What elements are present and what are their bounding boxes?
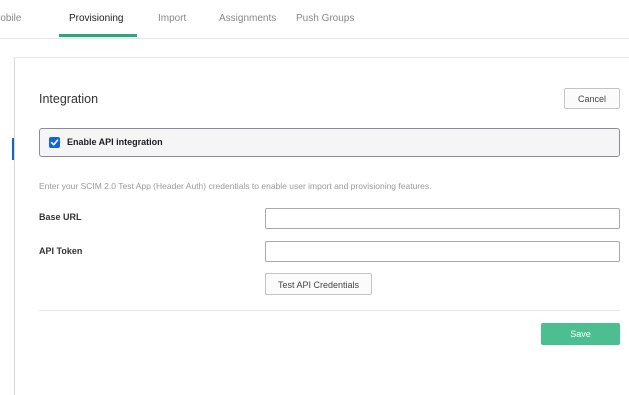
check-icon [50, 139, 59, 146]
tab-provisioning[interactable]: Provisioning [69, 13, 123, 24]
base-url-label: Base URL [39, 212, 82, 222]
api-token-label: API Token [39, 246, 83, 256]
test-api-credentials-button[interactable]: Test API Credentials [265, 273, 372, 295]
divider [39, 310, 620, 311]
save-button[interactable]: Save [541, 323, 620, 345]
cancel-button[interactable]: Cancel [564, 88, 620, 109]
info-text: Enter your SCIM 2.0 Test App (Header Aut… [39, 181, 432, 191]
tab-import[interactable]: Import [158, 13, 186, 24]
tab-assignments[interactable]: Assignments [219, 13, 276, 24]
section-title: Integration [39, 92, 99, 106]
tab-push-groups[interactable]: Push Groups [296, 13, 354, 24]
enable-api-label: Enable API integration [67, 137, 163, 147]
tab-mobile[interactable]: Mobile [0, 13, 21, 24]
enable-api-row[interactable]: Enable API integration [39, 128, 620, 157]
enable-api-checkbox[interactable] [49, 137, 60, 148]
base-url-input[interactable] [265, 208, 620, 229]
tab-bar: Mobile Provisioning Import Assignments P… [0, 0, 629, 39]
active-tab-indicator [59, 34, 137, 37]
api-token-input[interactable] [265, 241, 620, 262]
